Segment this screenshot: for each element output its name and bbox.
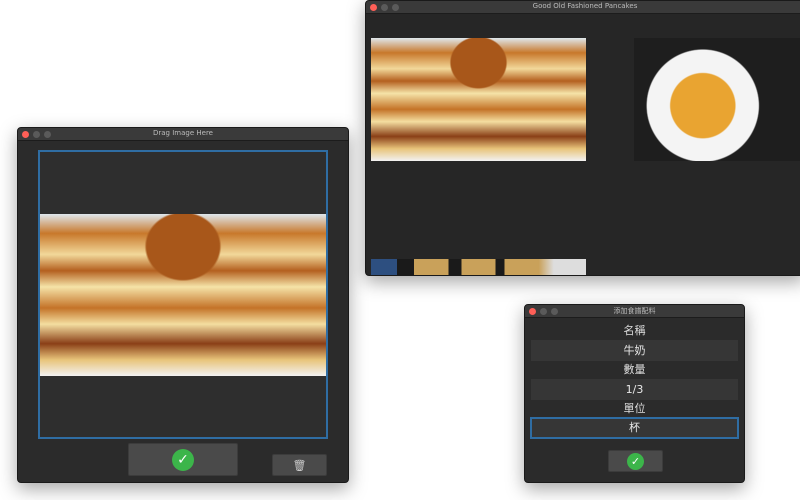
drop-image-window: Drag Image Here ✓ 🗑 <box>17 127 349 483</box>
quantity-label: 數量 <box>623 363 646 376</box>
recipe-image[interactable] <box>634 38 800 161</box>
recipe-image[interactable] <box>371 259 586 275</box>
window-title: 添加食譜配料 <box>613 307 656 315</box>
name-label: 名稱 <box>623 324 646 337</box>
dropped-image <box>40 214 326 376</box>
add-ingredient-dialog: 添加食譜配料 名稱 牛奶 數量 1/3 單位 杯 ✓ <box>524 304 745 483</box>
name-field[interactable]: 牛奶 <box>531 340 738 361</box>
check-circle-icon: ✓ <box>627 452 644 470</box>
recipe-image[interactable] <box>371 38 586 161</box>
delete-button[interactable]: 🗑 <box>272 454 327 476</box>
image-drop-zone[interactable] <box>38 150 328 439</box>
title-bar[interactable]: Drag Image Here <box>18 128 348 141</box>
title-bar[interactable]: 添加食譜配料 <box>525 305 744 318</box>
window-title: Drag Image Here <box>153 129 213 137</box>
title-bar[interactable]: Good Old Fashioned Pancakes <box>366 1 800 14</box>
confirm-button[interactable]: ✓ <box>608 450 663 472</box>
check-circle-icon: ✓ <box>172 448 194 471</box>
unit-label: 單位 <box>623 402 646 415</box>
unit-field[interactable]: 杯 <box>530 417 739 439</box>
recipe-window: Good Old Fashioned Pancakes <box>365 0 800 276</box>
confirm-button[interactable]: ✓ <box>128 443 238 476</box>
window-title: Good Old Fashioned Pancakes <box>532 2 638 10</box>
quantity-field[interactable]: 1/3 <box>531 379 738 400</box>
trash-icon: 🗑 <box>292 458 307 472</box>
